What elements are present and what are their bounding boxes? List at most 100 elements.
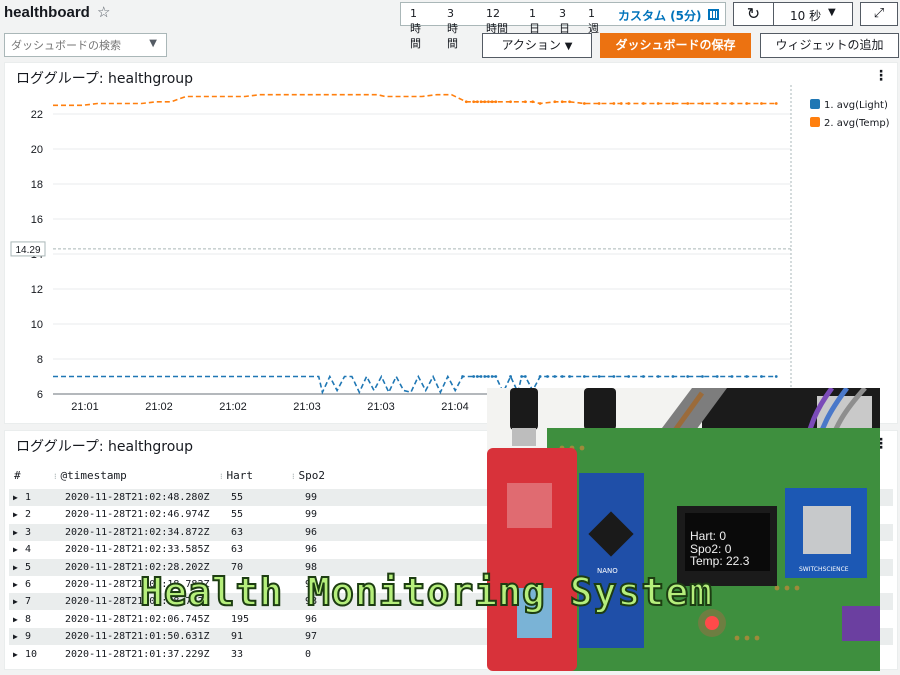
refresh-icon[interactable]: ↻: [734, 3, 774, 25]
column-header-timestamp[interactable]: ⁝ @timestamp: [54, 469, 127, 482]
data-point: [627, 102, 631, 105]
data-point: [479, 100, 483, 104]
row-hart: 63: [231, 544, 244, 556]
data-point: [479, 375, 483, 378]
dashboard-search-input[interactable]: [5, 34, 135, 56]
row-timestamp: 2020-11-28T21:02:46.974Z: [65, 509, 210, 521]
expand-row-icon[interactable]: ▶: [13, 576, 18, 593]
row-timestamp: 2020-11-28T21:01:37.229Z: [65, 648, 210, 660]
expand-row-icon[interactable]: ▶: [13, 541, 18, 558]
line-chart-widget: ロググループ: healthgroup ⋮ 681012141618202221…: [4, 62, 898, 424]
x-tick-label: 21:02: [145, 401, 173, 413]
expand-row-icon[interactable]: ▶: [13, 628, 18, 645]
data-point: [538, 375, 542, 378]
row-hart: 33: [231, 648, 244, 660]
row-timestamp: 2020-11-28T21:01:50.631Z: [65, 631, 210, 643]
sort-icon: ⁝: [54, 472, 57, 481]
x-tick-label: 21:03: [367, 401, 395, 413]
data-point: [686, 375, 690, 378]
range-1d[interactable]: 1日: [529, 6, 545, 36]
data-point: [475, 375, 479, 378]
data-point: [642, 375, 645, 378]
data-point: [701, 102, 704, 105]
fullscreen-icon[interactable]: ⤢: [860, 2, 898, 26]
legend-item-light[interactable]: 1. avg(Light): [810, 99, 890, 117]
row-spo2: 99: [305, 509, 318, 521]
series-line-temp: [53, 93, 777, 107]
expand-row-icon[interactable]: ▶: [13, 506, 18, 523]
column-header-hart[interactable]: ⁝ Hart: [220, 469, 253, 482]
data-point: [730, 102, 734, 105]
data-point: [461, 375, 464, 378]
search-dropdown-icon[interactable]: ▼: [149, 38, 157, 49]
row-spo2: 97: [305, 631, 318, 643]
range-3d[interactable]: 3日: [559, 6, 575, 36]
data-point: [568, 375, 571, 378]
legend-swatch-temp: [810, 117, 820, 127]
data-point: [523, 375, 527, 378]
calendar-icon[interactable]: [708, 9, 719, 20]
dropdown-icon[interactable]: ▼: [828, 7, 836, 18]
column-label-hart: Hart: [226, 469, 254, 482]
expand-row-icon[interactable]: ▶: [13, 593, 18, 610]
x-tick-label: 21:02: [219, 401, 247, 413]
row-hart: 63: [231, 526, 244, 538]
expand-row-icon[interactable]: ▶: [13, 559, 18, 576]
data-point: [560, 100, 564, 104]
oled-line-hart: Hart: 0: [690, 529, 726, 543]
data-point: [538, 102, 542, 105]
column-label-index: #: [14, 469, 21, 482]
range-1w[interactable]: 1週: [588, 6, 604, 36]
y-tick-label: 16: [31, 214, 43, 226]
row-timestamp: 2020-11-28T21:02:33.585Z: [65, 544, 210, 556]
data-point: [656, 375, 660, 378]
y-tick-label: 22: [31, 109, 43, 121]
data-point: [509, 100, 512, 104]
expand-row-icon[interactable]: ▶: [13, 489, 18, 506]
oled-line-temp: Temp: 22.3: [690, 554, 750, 568]
expand-row-icon[interactable]: ▶: [13, 611, 18, 628]
y-tick-label: 10: [31, 319, 43, 331]
range-3h[interactable]: 3時間: [447, 6, 463, 51]
column-header-spo2[interactable]: ⁝ Spo2: [292, 469, 325, 482]
range-custom[interactable]: カスタム (5分): [618, 7, 702, 24]
row-spo2: 96: [305, 526, 318, 538]
range-12h[interactable]: 12時間: [486, 6, 510, 36]
row-spo2: 0: [305, 648, 312, 660]
sort-icon: ⁝: [220, 472, 223, 481]
data-point: [483, 375, 487, 378]
y-tick-label: 12: [31, 284, 43, 296]
row-timestamp: 2020-11-28T21:02:34.872Z: [65, 526, 210, 538]
data-point: [509, 375, 512, 378]
marker-label: 14.29: [15, 245, 40, 256]
data-point: [715, 375, 719, 378]
data-point: [531, 100, 535, 104]
data-point: [597, 375, 601, 378]
data-point: [715, 102, 719, 105]
x-tick-label: 21:03: [293, 401, 321, 413]
data-point: [774, 375, 778, 378]
row-hart: 55: [231, 492, 244, 503]
star-icon[interactable]: ☆: [97, 3, 110, 21]
expand-row-icon[interactable]: ▶: [13, 646, 18, 663]
add-widget-button[interactable]: ウィジェットの追加: [760, 33, 899, 58]
sort-icon: ⁝: [292, 472, 295, 481]
y-tick-label: 6: [37, 389, 43, 401]
data-point: [490, 100, 494, 104]
actions-label: アクション: [501, 38, 561, 52]
dashboard-search[interactable]: ▼: [4, 33, 167, 57]
expand-row-icon[interactable]: ▶: [13, 524, 18, 541]
data-point: [619, 102, 623, 105]
data-point: [582, 102, 586, 105]
chart-legend: 1. avg(Light) 2. avg(Temp): [810, 99, 890, 135]
legend-item-temp[interactable]: 2. avg(Temp): [810, 117, 890, 135]
data-point: [475, 100, 479, 104]
refresh-interval[interactable]: 10 秒: [790, 7, 821, 24]
legend-label-temp: 2. avg(Temp): [824, 118, 890, 129]
row-hart: 91: [231, 631, 244, 643]
save-dashboard-button[interactable]: ダッシュボードの保存: [600, 33, 751, 58]
y-tick-label: 8: [37, 354, 43, 366]
range-1h[interactable]: 1時間: [410, 6, 426, 51]
actions-button[interactable]: アクション ▼: [482, 33, 592, 58]
data-point: [520, 375, 524, 378]
